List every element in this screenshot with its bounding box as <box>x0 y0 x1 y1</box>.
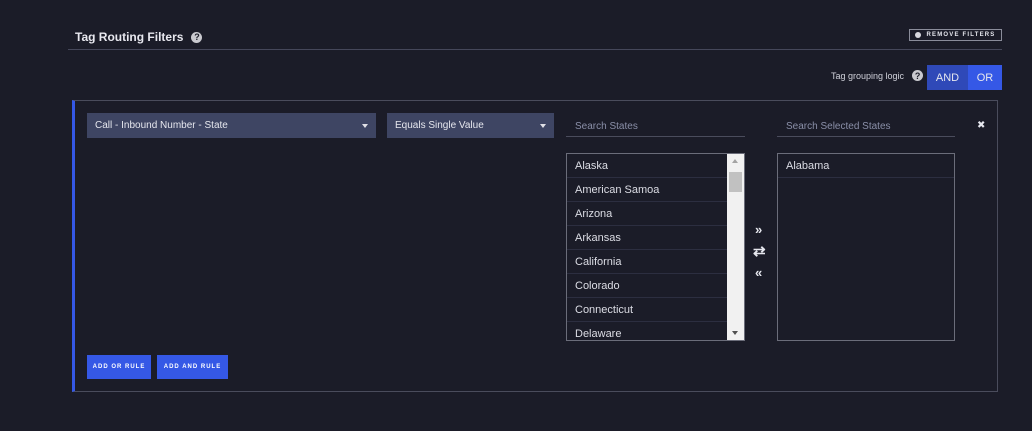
search-selected-states-input[interactable] <box>777 117 955 137</box>
or-toggle[interactable]: OR <box>968 65 1002 90</box>
caret-down-icon <box>362 123 368 128</box>
field-select-value: Call - Inbound Number - State <box>95 120 228 131</box>
remove-filters-label: REMOVE FILTERS <box>926 32 996 38</box>
search-states-input[interactable] <box>566 117 745 137</box>
title-text: Tag Routing Filters <box>75 30 184 44</box>
list-item[interactable]: Delaware <box>567 322 727 340</box>
scroll-down-icon[interactable] <box>732 331 738 335</box>
remove-filters-button[interactable]: REMOVE FILTERS <box>909 29 1002 41</box>
move-left-icon[interactable]: « <box>755 265 762 280</box>
selected-states-list: Alabama <box>777 153 955 341</box>
add-or-rule-button[interactable]: ADD OR RULE <box>87 355 151 379</box>
list-item[interactable]: American Samoa <box>567 178 727 202</box>
list-item[interactable]: California <box>567 250 727 274</box>
divider <box>68 49 1002 50</box>
list-item[interactable]: Alabama <box>778 154 954 178</box>
page-title: Tag Routing Filters ? <box>75 30 203 44</box>
list-item[interactable]: Connecticut <box>567 298 727 322</box>
list-item[interactable]: Arkansas <box>567 226 727 250</box>
list-item[interactable]: Colorado <box>567 274 727 298</box>
move-right-icon[interactable]: » <box>755 222 762 237</box>
remove-rule-icon[interactable]: ✖ <box>977 120 985 131</box>
scrollbar[interactable] <box>727 154 744 340</box>
and-toggle[interactable]: AND <box>927 65 968 90</box>
caret-down-icon <box>540 123 546 128</box>
add-and-rule-button[interactable]: ADD AND RULE <box>157 355 228 379</box>
field-select[interactable]: Call - Inbound Number - State <box>87 113 376 138</box>
operator-select[interactable]: Equals Single Value <box>387 113 554 138</box>
question-circle-icon[interactable]: ? <box>912 70 924 81</box>
available-states-list: Alaska American Samoa Arizona Arkansas Calif… <box>566 153 745 341</box>
scroll-up-icon[interactable] <box>732 159 738 163</box>
grouping-label-text: Tag grouping logic <box>831 70 905 81</box>
operator-select-value: Equals Single Value <box>395 120 484 131</box>
swap-icon[interactable]: ⇄ <box>753 242 766 260</box>
list-item[interactable]: Alaska <box>567 154 727 178</box>
grouping-logic-label: Tag grouping logic ? <box>831 70 924 81</box>
list-item[interactable]: Arizona <box>567 202 727 226</box>
question-circle-icon[interactable]: ? <box>191 31 203 43</box>
close-circle-icon <box>915 32 922 38</box>
scrollbar-thumb[interactable] <box>729 172 742 192</box>
